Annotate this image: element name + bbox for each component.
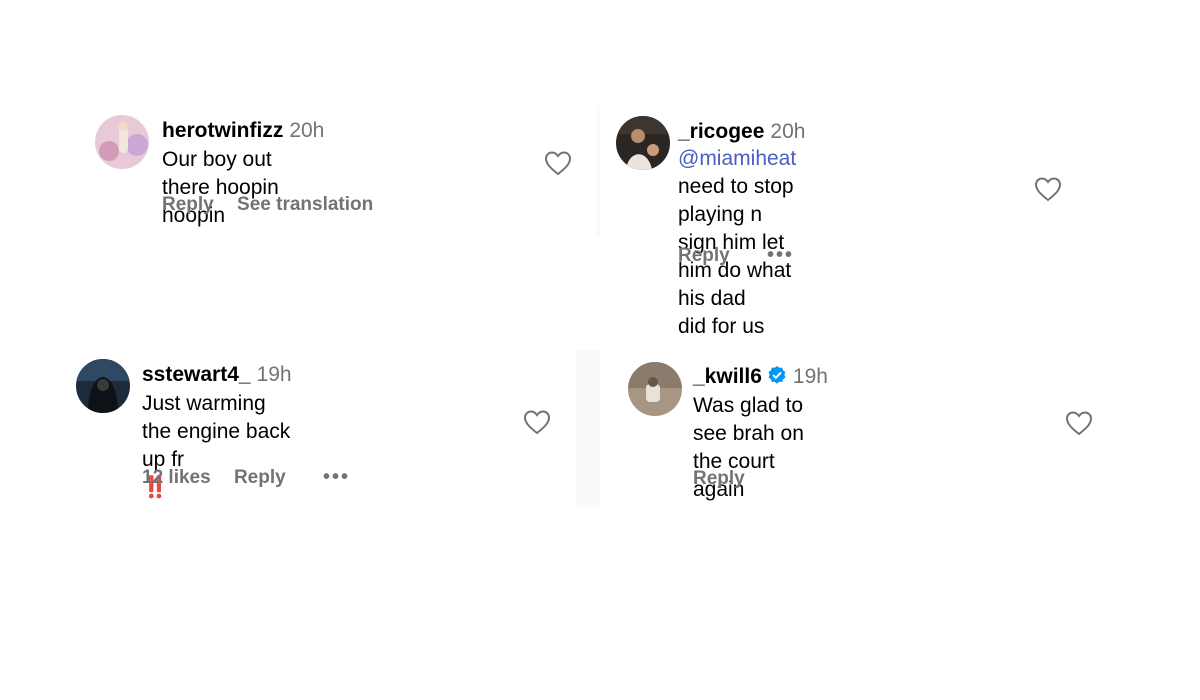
heart-icon[interactable] — [544, 150, 572, 176]
timestamp[interactable]: 20h — [289, 119, 324, 142]
reply-button[interactable]: Reply — [162, 194, 214, 216]
mention-link[interactable]: @miamiheat — [678, 147, 796, 170]
see-translation-button[interactable]: See translation — [237, 194, 373, 216]
panel-separator-1 — [596, 105, 600, 235]
verified-badge-icon — [767, 365, 787, 385]
timestamp[interactable]: 19h — [257, 363, 292, 386]
username[interactable]: sstewart4_ — [142, 363, 251, 386]
avatar[interactable] — [76, 359, 130, 413]
heart-icon[interactable] — [1065, 410, 1093, 436]
comment-text: @miamiheat need to stop playing n sign h… — [678, 147, 797, 338]
timestamp[interactable]: 19h — [793, 365, 828, 388]
avatar[interactable] — [616, 116, 670, 170]
timestamp[interactable]: 20h — [770, 120, 805, 143]
username[interactable]: herotwinfizz — [162, 119, 283, 142]
likes-count[interactable]: 12 likes — [142, 467, 211, 489]
heart-icon[interactable] — [523, 409, 551, 435]
avatar[interactable] — [628, 362, 682, 416]
reply-button[interactable]: Reply — [693, 468, 745, 490]
reply-button[interactable]: Reply — [678, 245, 730, 267]
avatar[interactable] — [95, 115, 149, 169]
reply-button[interactable]: Reply — [234, 467, 286, 489]
more-options-icon[interactable]: ••• — [767, 244, 794, 267]
comment-text: Our boy out there hoopin hoopin — [162, 148, 279, 227]
heart-icon[interactable] — [1034, 176, 1062, 202]
panel-separator-2 — [576, 350, 600, 508]
username[interactable]: _ricogee — [678, 120, 764, 143]
username[interactable]: _kwill6 — [693, 365, 762, 388]
more-options-icon[interactable]: ••• — [323, 466, 350, 489]
